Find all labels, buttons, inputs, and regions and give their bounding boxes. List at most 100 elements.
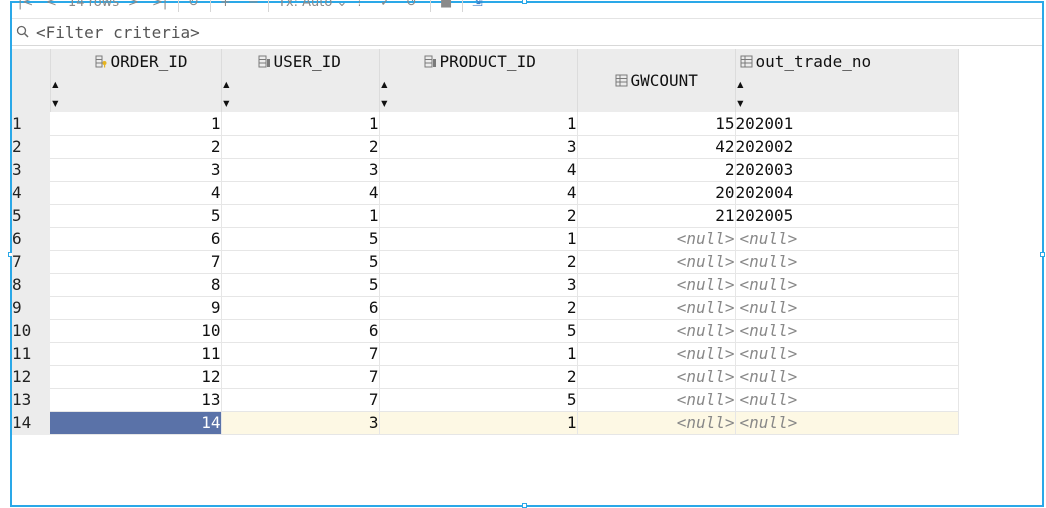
grid-cell[interactable]: <null> [577, 273, 736, 297]
row-number[interactable]: 8 [12, 273, 50, 297]
grid-cell[interactable]: 15 [577, 112, 736, 136]
grid-cell[interactable]: 4 [379, 181, 578, 205]
table-row[interactable]: 1 1 1 1 15 202001 [12, 112, 959, 136]
grid-cell[interactable]: <null> [577, 296, 736, 320]
grid-cell[interactable]: <null> [735, 342, 959, 366]
grid-cell[interactable]: 20 [577, 181, 736, 205]
grid-cell[interactable]: 6 [50, 227, 222, 251]
previous-page-icon[interactable]: < [46, 0, 57, 10]
grid-cell[interactable]: 5 [379, 319, 578, 343]
row-number[interactable]: 9 [12, 296, 50, 320]
grid-cell[interactable]: 7 [50, 250, 222, 274]
filter-criteria-input[interactable]: <Filter criteria> [36, 23, 200, 42]
grid-cell[interactable]: <null> [735, 319, 959, 343]
rollback-icon[interactable]: ↺ [406, 0, 417, 10]
grid-cell[interactable]: 3 [221, 158, 380, 182]
grid-cell[interactable]: 5 [221, 273, 380, 297]
grid-cell[interactable]: 1 [379, 227, 578, 251]
grid-cell[interactable]: 2 [577, 158, 736, 182]
grid-cell[interactable]: 3 [379, 135, 578, 159]
table-row[interactable]: 9 9 6 2 <null> <null> [12, 296, 959, 320]
grid-cell[interactable]: <null> [577, 365, 736, 389]
filter-bar[interactable]: <Filter criteria> [12, 18, 1042, 46]
row-number[interactable]: 11 [12, 342, 50, 366]
grid-cell[interactable]: <null> [735, 388, 959, 412]
grid-cell[interactable]: 5 [379, 388, 578, 412]
grid-cell[interactable]: 4 [379, 158, 578, 182]
last-page-icon[interactable]: >| [152, 0, 167, 10]
grid-corner[interactable] [12, 49, 51, 112]
table-row[interactable]: 10 10 6 5 <null> <null> [12, 319, 959, 343]
grid-cell[interactable]: <null> [577, 388, 736, 412]
pin-icon[interactable]: ⇲ [472, 0, 483, 10]
refresh-icon[interactable]: ↻ [188, 0, 199, 10]
row-number[interactable]: 4 [12, 181, 50, 205]
grid-cell[interactable]: 2 [379, 204, 578, 228]
grid-cell[interactable]: <null> [577, 411, 736, 435]
first-page-icon[interactable]: |< [18, 0, 33, 10]
grid-cell[interactable]: 11 [50, 342, 222, 366]
next-page-icon[interactable]: > [128, 0, 139, 10]
grid-cell[interactable]: <null> [735, 296, 959, 320]
delete-row-icon[interactable]: − [248, 0, 259, 10]
grid-cell[interactable]: 2 [379, 250, 578, 274]
row-number[interactable]: 13 [12, 388, 50, 412]
sort-arrows-icon[interactable]: ▴ ▾ [222, 74, 232, 112]
grid-cell[interactable]: 202005 [735, 204, 959, 228]
grid-cell[interactable]: 3 [379, 273, 578, 297]
row-number[interactable]: 5 [12, 204, 50, 228]
row-number[interactable]: 1 [12, 112, 50, 136]
grid-cell[interactable]: 1 [379, 342, 578, 366]
grid-cell[interactable]: <null> [577, 342, 736, 366]
grid-cell[interactable]: 202003 [735, 158, 959, 182]
grid-cell[interactable]: 3 [50, 158, 222, 182]
grid-cell[interactable]: 42 [577, 135, 736, 159]
grid-cell[interactable]: 202002 [735, 135, 959, 159]
table-row[interactable]: 6 6 5 1 <null> <null> [12, 227, 959, 251]
row-number[interactable]: 3 [12, 158, 50, 182]
grid-cell[interactable]: 12 [50, 365, 222, 389]
grid-cell[interactable]: 7 [221, 342, 380, 366]
row-count-label[interactable]: 14 rows [68, 0, 119, 10]
grid-cell[interactable]: <null> [577, 319, 736, 343]
grid-cell[interactable]: 10 [50, 319, 222, 343]
grid-cell[interactable]: 6 [221, 319, 380, 343]
grid-cell[interactable]: 4 [221, 181, 380, 205]
grid-cell[interactable]: <null> [735, 273, 959, 297]
grid-cell[interactable]: 13 [50, 388, 222, 412]
column-header-order-id[interactable]: ORDER_ID ▴ ▾ [50, 49, 222, 112]
resize-handle-bottom[interactable] [522, 503, 527, 508]
grid-cell[interactable]: 7 [221, 388, 380, 412]
grid-cell[interactable]: 5 [221, 227, 380, 251]
grid-cell[interactable]: 2 [379, 296, 578, 320]
sort-arrows-icon[interactable]: ▴ ▾ [51, 74, 61, 112]
add-row-icon[interactable]: + [220, 0, 231, 10]
sort-arrows-icon[interactable]: ▴ ▾ [736, 74, 746, 112]
commit-icon[interactable]: ⇡ [354, 0, 365, 10]
grid-cell[interactable]: 5 [50, 204, 222, 228]
grid-cell[interactable]: <null> [735, 227, 959, 251]
table-row[interactable]: 12 12 7 2 <null> <null> [12, 365, 959, 389]
sort-arrows-icon[interactable]: ▴ ▾ [380, 74, 390, 112]
grid-cell[interactable]: 5 [221, 250, 380, 274]
grid-cell[interactable]: 7 [221, 365, 380, 389]
row-number[interactable]: 2 [12, 135, 50, 159]
grid-cell[interactable]: 1 [221, 112, 380, 136]
column-header-user-id[interactable]: USER_ID ▴ ▾ [221, 49, 380, 112]
grid-cell[interactable]: 3 [221, 411, 380, 435]
grid-cell[interactable]: <null> [577, 250, 736, 274]
table-row[interactable]: 13 13 7 5 <null> <null> [12, 388, 959, 412]
grid-cell[interactable]: 202004 [735, 181, 959, 205]
submit-check-icon[interactable]: ✓ [380, 0, 391, 10]
grid-cell[interactable]: <null> [735, 411, 959, 435]
grid-cell[interactable]: <null> [735, 365, 959, 389]
grid-cell[interactable]: 1 [50, 112, 222, 136]
grid-cell[interactable]: <null> [735, 250, 959, 274]
row-number[interactable]: 14 [12, 411, 50, 435]
grid-cell[interactable]: 1 [221, 204, 380, 228]
grid-cell[interactable]: 2 [221, 135, 380, 159]
resize-handle-right[interactable] [1040, 252, 1045, 257]
table-row[interactable]: 11 11 7 1 <null> <null> [12, 342, 959, 366]
row-number[interactable]: 7 [12, 250, 50, 274]
table-row[interactable]: 7 7 5 2 <null> <null> [12, 250, 959, 274]
